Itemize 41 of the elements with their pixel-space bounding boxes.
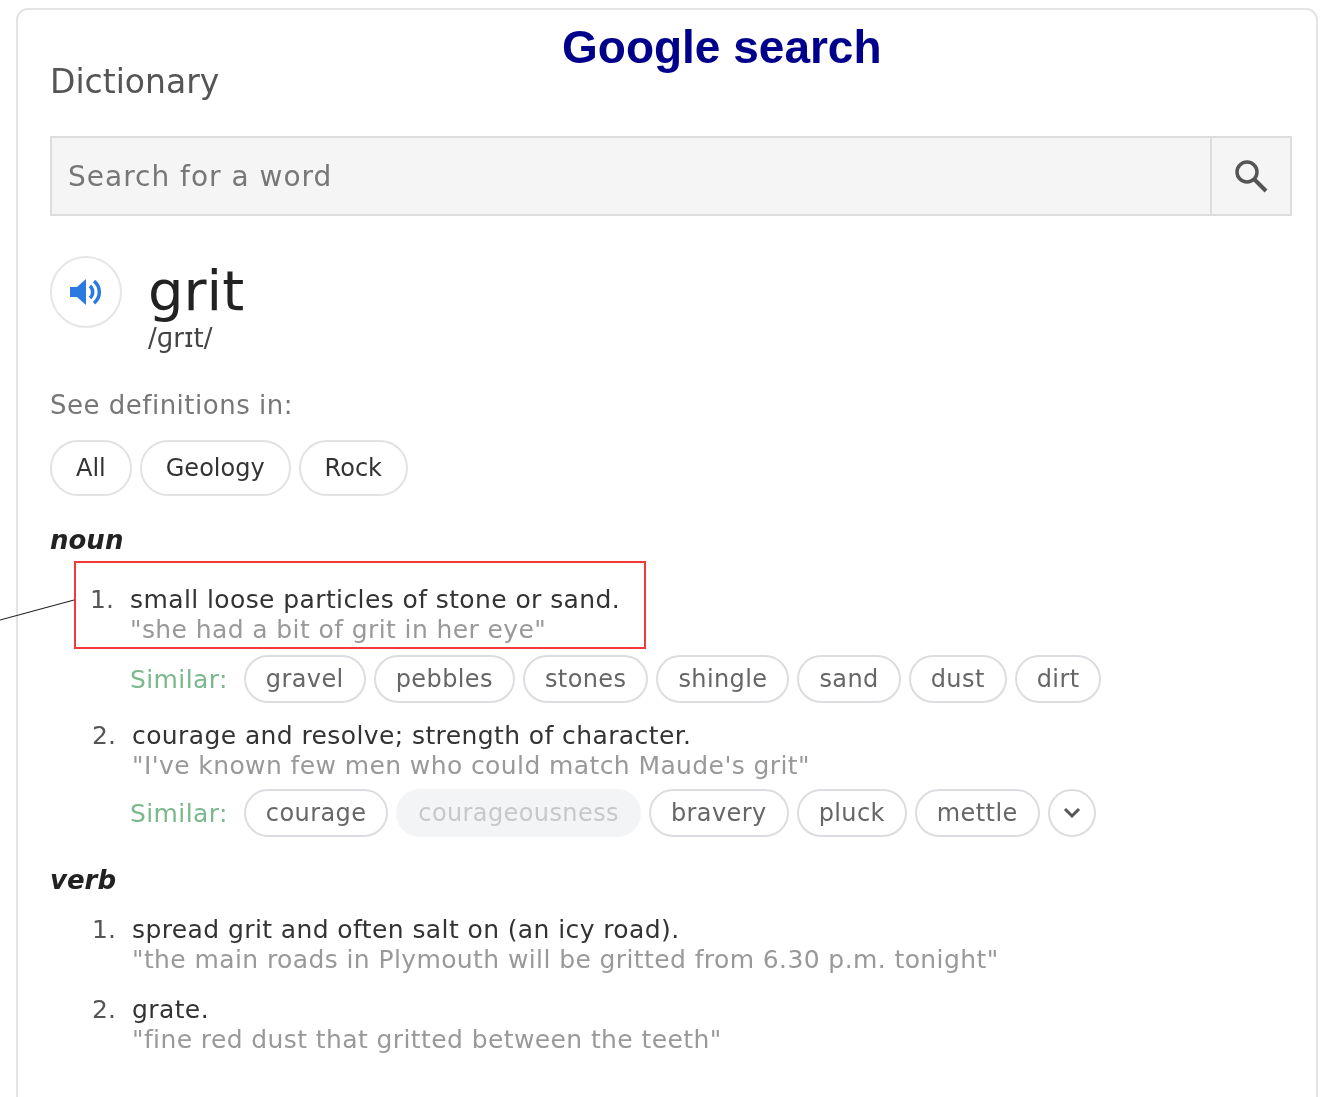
speaker-icon	[68, 277, 104, 307]
synonym-chip[interactable]: shingle	[656, 655, 790, 703]
synonym-chip[interactable]: mettle	[914, 789, 1040, 837]
part-of-speech: verb	[50, 865, 117, 895]
definition-text: courage and resolve; strength of character.	[132, 721, 693, 751]
example-sentence: "fine red dust that gritted between the teeth"	[132, 1025, 722, 1055]
annotation-title: Google search	[562, 20, 882, 74]
synonym-chip[interactable]: stones	[522, 655, 649, 703]
definition-text: small loose particles of stone or sand.	[130, 585, 621, 615]
expand-button[interactable]	[1047, 789, 1096, 837]
synonym-chip[interactable]: gravel	[243, 655, 366, 703]
synonym-chip[interactable]: pebbles	[373, 655, 515, 703]
source-chip[interactable]: Geology	[139, 440, 291, 496]
similar-label: Similar:	[130, 664, 228, 694]
definition-number: 1.	[90, 585, 115, 616]
source-chip[interactable]: Rock	[298, 440, 408, 496]
phonetic-spelling: /ɡrɪt/	[148, 322, 214, 354]
search-button[interactable]	[1210, 136, 1292, 216]
similar-label: Similar:	[130, 798, 228, 828]
definition-number: 2.	[92, 995, 117, 1026]
definition-number: 1.	[92, 915, 117, 946]
synonym-chip[interactable]: dirt	[1014, 655, 1102, 703]
synonym-chip[interactable]: courage	[243, 789, 389, 837]
definition-number: 2.	[92, 721, 117, 752]
synonym-chip[interactable]: pluck	[796, 789, 907, 837]
headword: grit	[148, 260, 245, 322]
example-sentence: "the main roads in Plymouth will be gritted from 6.30 p.m. tonight"	[132, 945, 999, 975]
chevron-down-icon	[1062, 807, 1081, 819]
definition-text: spread grit and often salt on (an icy road).	[132, 915, 681, 945]
example-sentence: "I've known few men who could match Maude's grit"	[132, 751, 810, 781]
sources-label: See definitions in:	[50, 390, 294, 420]
search-field[interactable]: Search for a word	[50, 136, 1210, 216]
search-icon	[1233, 158, 1269, 194]
source-chip[interactable]: All	[50, 440, 132, 496]
synonym-chip[interactable]: bravery	[648, 789, 789, 837]
definition-text: grate.	[132, 995, 210, 1025]
example-sentence: "she had a bit of grit in her eye"	[130, 615, 548, 645]
synonym-chip[interactable]: dust	[908, 655, 1007, 703]
synonym-chip[interactable]: sand	[797, 655, 901, 703]
part-of-speech: noun	[50, 525, 125, 555]
panel-title: Dictionary	[50, 62, 221, 102]
